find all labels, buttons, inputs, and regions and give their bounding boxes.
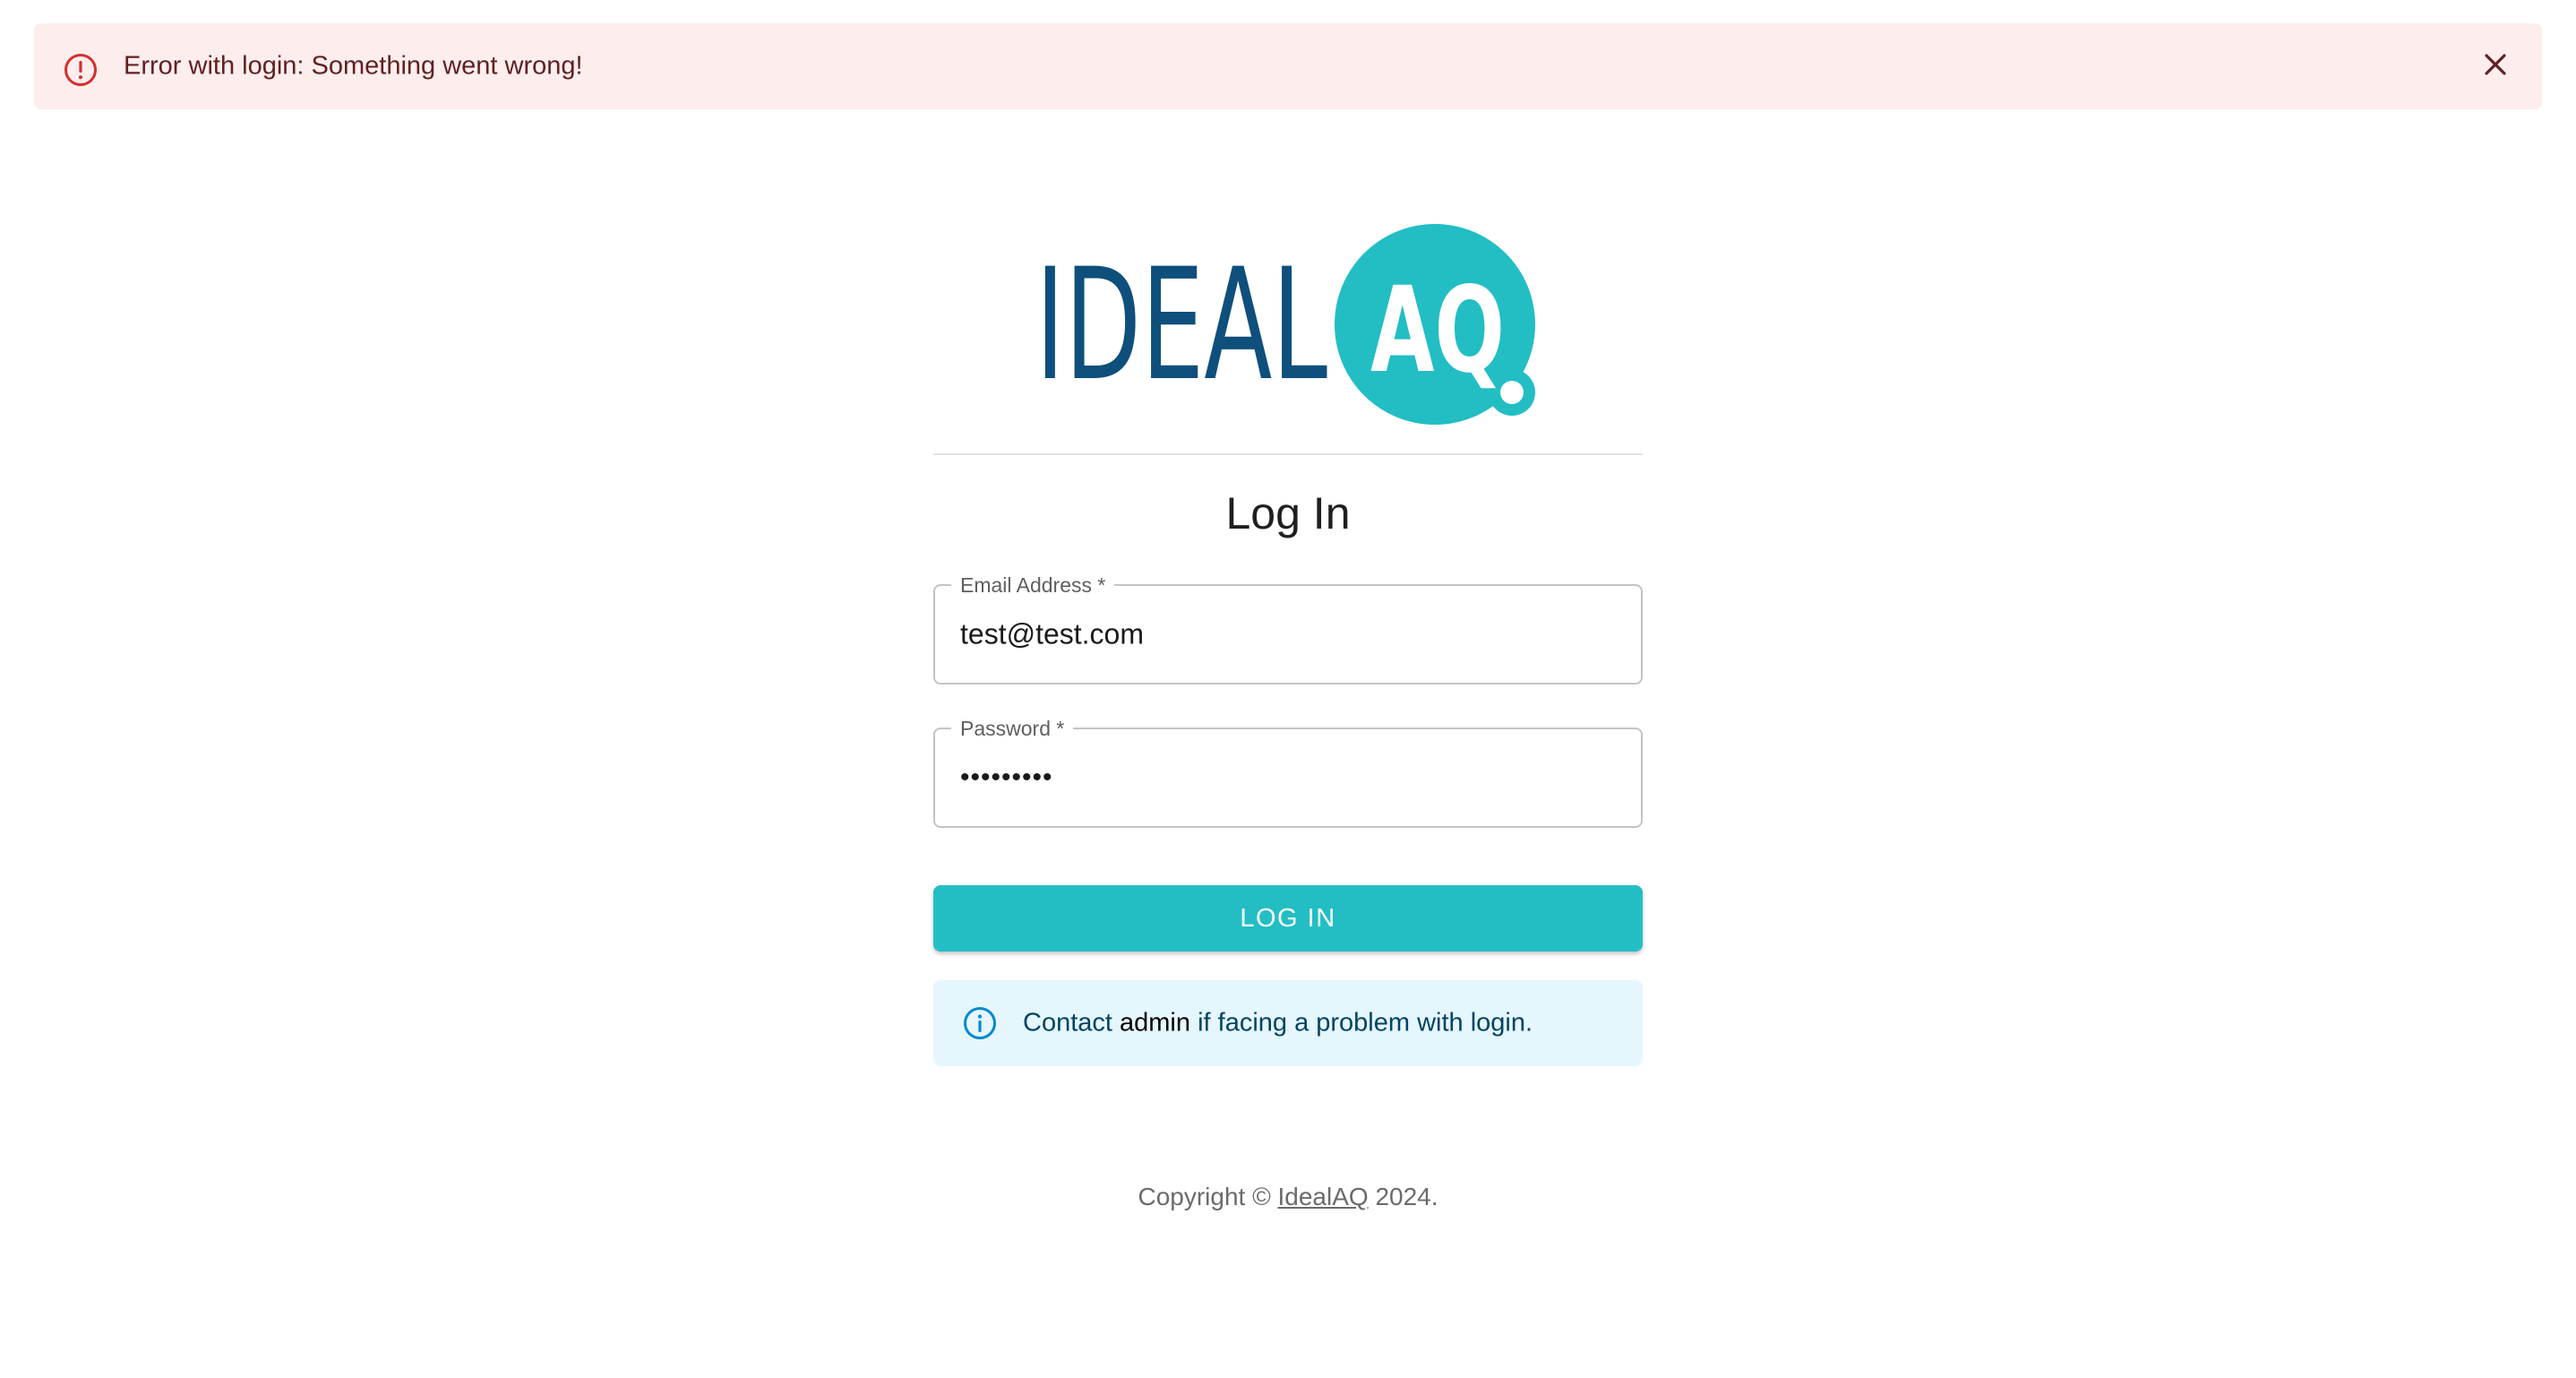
logo-text-ideal: IDEAL xyxy=(1035,235,1327,415)
password-input-value: ••••••••• xyxy=(960,762,1053,792)
email-label: Email Address * xyxy=(951,573,1115,597)
email-input-value: test@test.com xyxy=(960,617,1144,650)
copyright-footer: Copyright © IdealAQ 2024. xyxy=(1138,1183,1438,1210)
error-message: Error with login: Something went wrong! xyxy=(124,51,583,81)
error-alert: Error with login: Something went wrong! xyxy=(34,23,2542,109)
idealaq-logo: IDEAL AQ xyxy=(1035,224,1542,425)
close-icon xyxy=(2482,51,2509,82)
admin-link[interactable]: admin xyxy=(1120,1009,1190,1038)
divider xyxy=(933,453,1643,455)
email-field[interactable]: Email Address * test@test.com xyxy=(933,573,1643,685)
info-alert: Contact admin if facing a problem with l… xyxy=(933,980,1643,1066)
logo-text-aq: AQ xyxy=(1370,262,1505,400)
idealaq-link[interactable]: IdealAQ xyxy=(1278,1183,1369,1210)
close-alert-button[interactable] xyxy=(2474,45,2517,88)
error-outline-icon xyxy=(63,52,99,88)
password-label: Password * xyxy=(951,717,1074,740)
password-field[interactable]: Password * ••••••••• xyxy=(933,717,1643,828)
page-title: Log In xyxy=(1225,488,1351,538)
login-button[interactable]: LOG IN xyxy=(933,885,1643,952)
info-outline-icon xyxy=(962,1005,998,1041)
info-message: Contact admin if facing a problem with l… xyxy=(1023,1008,1533,1038)
